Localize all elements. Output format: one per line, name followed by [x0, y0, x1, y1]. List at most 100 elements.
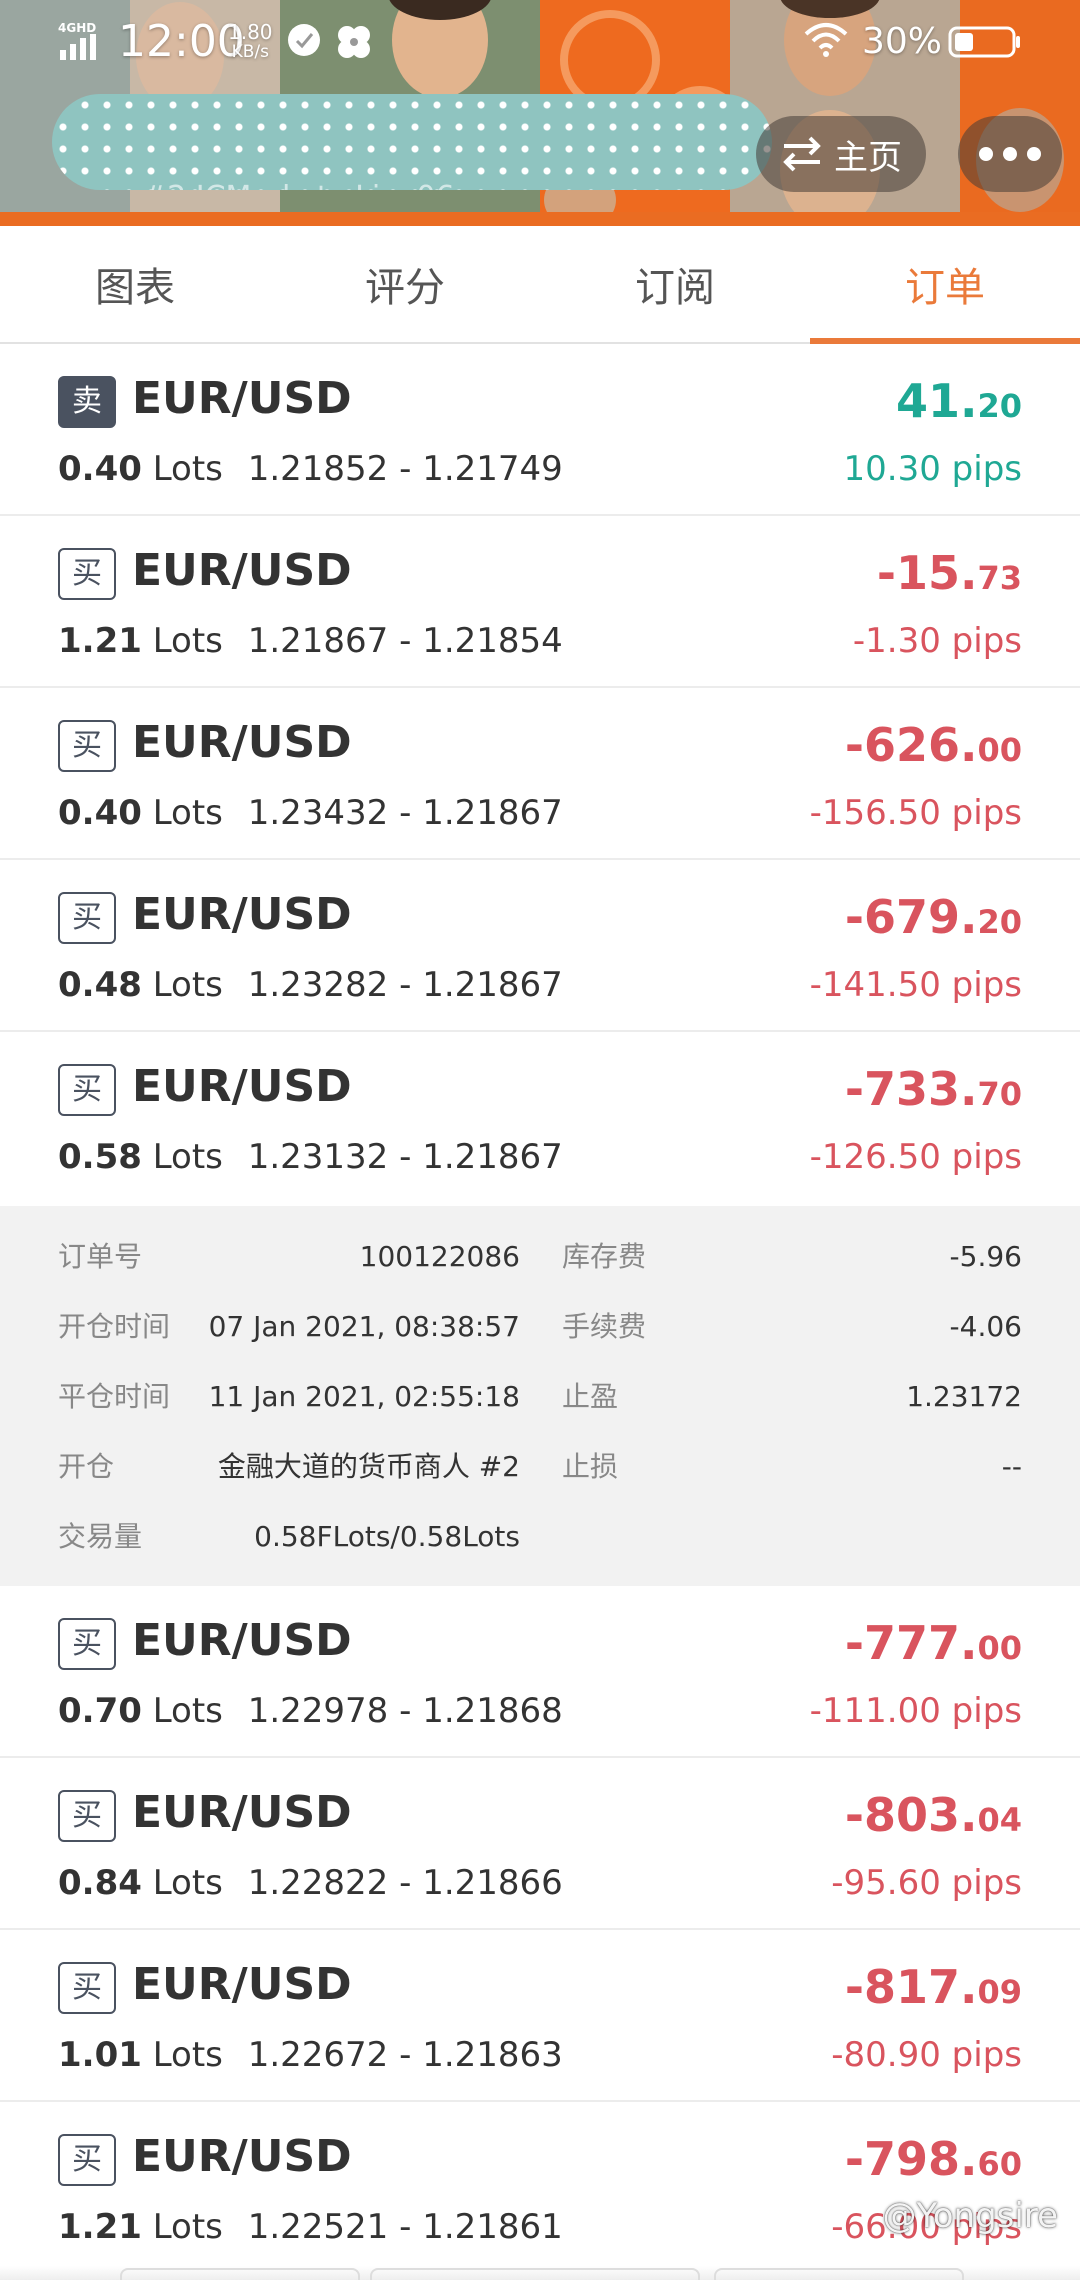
order-number-label: 订单号 [58, 1240, 143, 1273]
order-row[interactable]: 买 EUR/USD 0.70 Lots 1.22978 - 1.21868 -7… [0, 1586, 1080, 1758]
order-symbol: EUR/USD [132, 1787, 352, 1838]
volume-value: 0.58FLots/0.58Lots [254, 1520, 520, 1553]
order-pips: -126.50 pips [809, 1137, 1022, 1177]
order-price-range: 1.22978 - 1.21868 [247, 1691, 563, 1731]
order-row-expanded[interactable]: 买 EUR/USD 0.58 Lots 1.23132 - 1.21867 -7… [0, 1032, 1080, 1204]
order-price-range: 1.23132 - 1.21867 [247, 1137, 563, 1177]
commission-value: -4.06 [949, 1310, 1022, 1343]
order-row[interactable]: 买 EUR/USD 1.21 Lots 1.22521 - 1.21861 -7… [0, 2102, 1080, 2274]
order-price-range: 1.23432 - 1.21867 [247, 793, 563, 833]
order-row[interactable]: 买 EUR/USD 0.40 Lots 1.23432 - 1.21867 -6… [0, 688, 1080, 860]
order-profit-int: -777. [844, 1616, 978, 1670]
swap-label: 库存费 [562, 1240, 647, 1273]
open-time-value: 07 Jan 2021, 08:38:57 [208, 1310, 520, 1343]
order-row[interactable]: 买 EUR/USD 1.21 Lots 1.21867 - 1.21854 -1… [0, 516, 1080, 688]
order-detail-line: 0.48 Lots 1.23282 - 1.21867 [58, 960, 563, 1010]
header-accent-strip [0, 212, 1080, 226]
order-detail-line: 1.21 Lots 1.21867 - 1.21854 [58, 616, 563, 666]
order-price-range: 1.22822 - 1.21866 [247, 1863, 563, 1903]
tab-chart[interactable]: 图表 [0, 226, 270, 342]
order-pips: -80.90 pips [831, 2035, 1022, 2075]
order-profit-dec: 20 [977, 387, 1022, 425]
order-profit-dec: 00 [977, 731, 1022, 769]
order-profit: 41.20 [896, 370, 1022, 443]
take-profit-value: 1.23172 [906, 1380, 1022, 1413]
order-detail-line: 0.84 Lots 1.22822 - 1.21866 [58, 1858, 563, 1908]
order-pips: -156.50 pips [809, 793, 1022, 833]
order-pips: -1.30 pips [852, 621, 1022, 661]
buy-badge: 买 [58, 548, 116, 600]
order-row[interactable]: 买 EUR/USD 0.48 Lots 1.23282 - 1.21867 -6… [0, 860, 1080, 1032]
order-lots: 0.40 [58, 793, 142, 833]
order-detail-panel: 订单号 100122086 库存费 -5.96 开仓时间 07 Jan 2021… [0, 1206, 1080, 1586]
tab-rating[interactable]: 评分 [270, 226, 540, 342]
order-price-range: 1.22521 - 1.21861 [247, 2207, 563, 2247]
order-detail-line: 1.21 Lots 1.22521 - 1.21861 [58, 2202, 563, 2252]
order-symbol: EUR/USD [132, 717, 352, 768]
order-price-range: 1.22672 - 1.21863 [247, 2035, 563, 2075]
home-label: 主页 [834, 137, 902, 178]
order-pips: -141.50 pips [809, 965, 1022, 1005]
order-lots: 0.84 [58, 1863, 142, 1903]
order-profit-int: -626. [844, 718, 978, 772]
order-lots: 0.58 [58, 1137, 142, 1177]
tab-orders[interactable]: 订单 [810, 226, 1080, 344]
order-symbol: EUR/USD [132, 373, 352, 424]
order-symbol: EUR/USD [132, 545, 352, 596]
order-profit-int: -679. [844, 890, 978, 944]
order-profit: -798.60 [845, 2128, 1022, 2201]
order-profit-dec: 73 [977, 559, 1022, 597]
order-detail-line: 0.58 Lots 1.23132 - 1.21867 [58, 1132, 563, 1182]
order-profit-dec: 00 [977, 1629, 1022, 1667]
signal-4g-icon: 4GHD [58, 21, 96, 60]
order-lots-unit: Lots [152, 1863, 223, 1903]
status-time: 12:00 [118, 16, 245, 67]
buy-badge: 买 [58, 720, 116, 772]
tab-subscribe[interactable]: 订阅 [540, 226, 810, 342]
order-profit-dec: 70 [977, 1075, 1022, 1113]
status-bar: 4GHD 12:00 1.80 KB/s 30% [0, 0, 1080, 84]
wifi-icon [804, 23, 848, 57]
detail-row: 开仓 金融大道的货币商人 #2 止损 -- [0, 1432, 1080, 1502]
order-profit-int: 41. [895, 374, 978, 428]
order-profit-dec: 09 [977, 1973, 1022, 2011]
order-lots: 1.21 [58, 621, 142, 661]
order-symbol: EUR/USD [132, 1061, 352, 1112]
order-symbol: EUR/USD [132, 889, 352, 940]
order-lots: 1.21 [58, 2207, 142, 2247]
buy-badge: 买 [58, 1962, 116, 2014]
buy-badge: 买 [58, 892, 116, 944]
buy-badge: 买 [58, 2134, 116, 2186]
order-profit: -817.09 [845, 1956, 1022, 2029]
order-pips: 10.30 pips [843, 449, 1022, 489]
order-lots: 0.40 [58, 449, 142, 489]
order-price-range: 1.21867 - 1.21854 [247, 621, 563, 661]
order-row[interactable]: 买 EUR/USD 0.84 Lots 1.22822 - 1.21866 -8… [0, 1758, 1080, 1930]
order-detail-line: 0.40 Lots 1.23432 - 1.21867 [58, 788, 563, 838]
order-row[interactable]: 买 EUR/USD 1.01 Lots 1.22672 - 1.21863 -8… [0, 1930, 1080, 2102]
home-button[interactable]: 主页 [756, 116, 926, 192]
swap-value: -5.96 [949, 1240, 1022, 1273]
close-time-value: 11 Jan 2021, 02:55:18 [208, 1380, 520, 1413]
order-lots-unit: Lots [152, 2207, 223, 2247]
sell-badge: 卖 [58, 376, 116, 428]
detail-row: 交易量 0.58FLots/0.58Lots [0, 1502, 1080, 1572]
open-account-label: 开仓 [58, 1450, 115, 1483]
tab-bar: 图表 评分 订阅 订单 [0, 226, 1080, 344]
order-detail-line: 1.01 Lots 1.22672 - 1.21863 [58, 2030, 563, 2080]
more-dots-icon[interactable] [958, 116, 1062, 192]
account-title-obscured: #2 ICMarkets-Live06 [52, 94, 772, 190]
app-header: 4GHD 12:00 1.80 KB/s 30% 主页 [0, 0, 1080, 226]
order-profit-dec: 20 [977, 903, 1022, 941]
order-symbol: EUR/USD [132, 1959, 352, 2010]
buy-badge: 买 [58, 1064, 116, 1116]
order-symbol: EUR/USD [132, 1615, 352, 1666]
order-detail-line: 0.70 Lots 1.22978 - 1.21868 [58, 1686, 563, 1736]
network-speed-value: 1.80 [228, 20, 273, 44]
open-account-value: 金融大道的货币商人 #2 [217, 1450, 520, 1483]
order-pips: -111.00 pips [809, 1691, 1022, 1731]
order-lots-unit: Lots [152, 1691, 223, 1731]
order-row[interactable]: 卖 EUR/USD 0.40 Lots 1.21852 - 1.21749 41… [0, 344, 1080, 516]
order-lots-unit: Lots [152, 793, 223, 833]
order-lots-unit: Lots [152, 621, 223, 661]
